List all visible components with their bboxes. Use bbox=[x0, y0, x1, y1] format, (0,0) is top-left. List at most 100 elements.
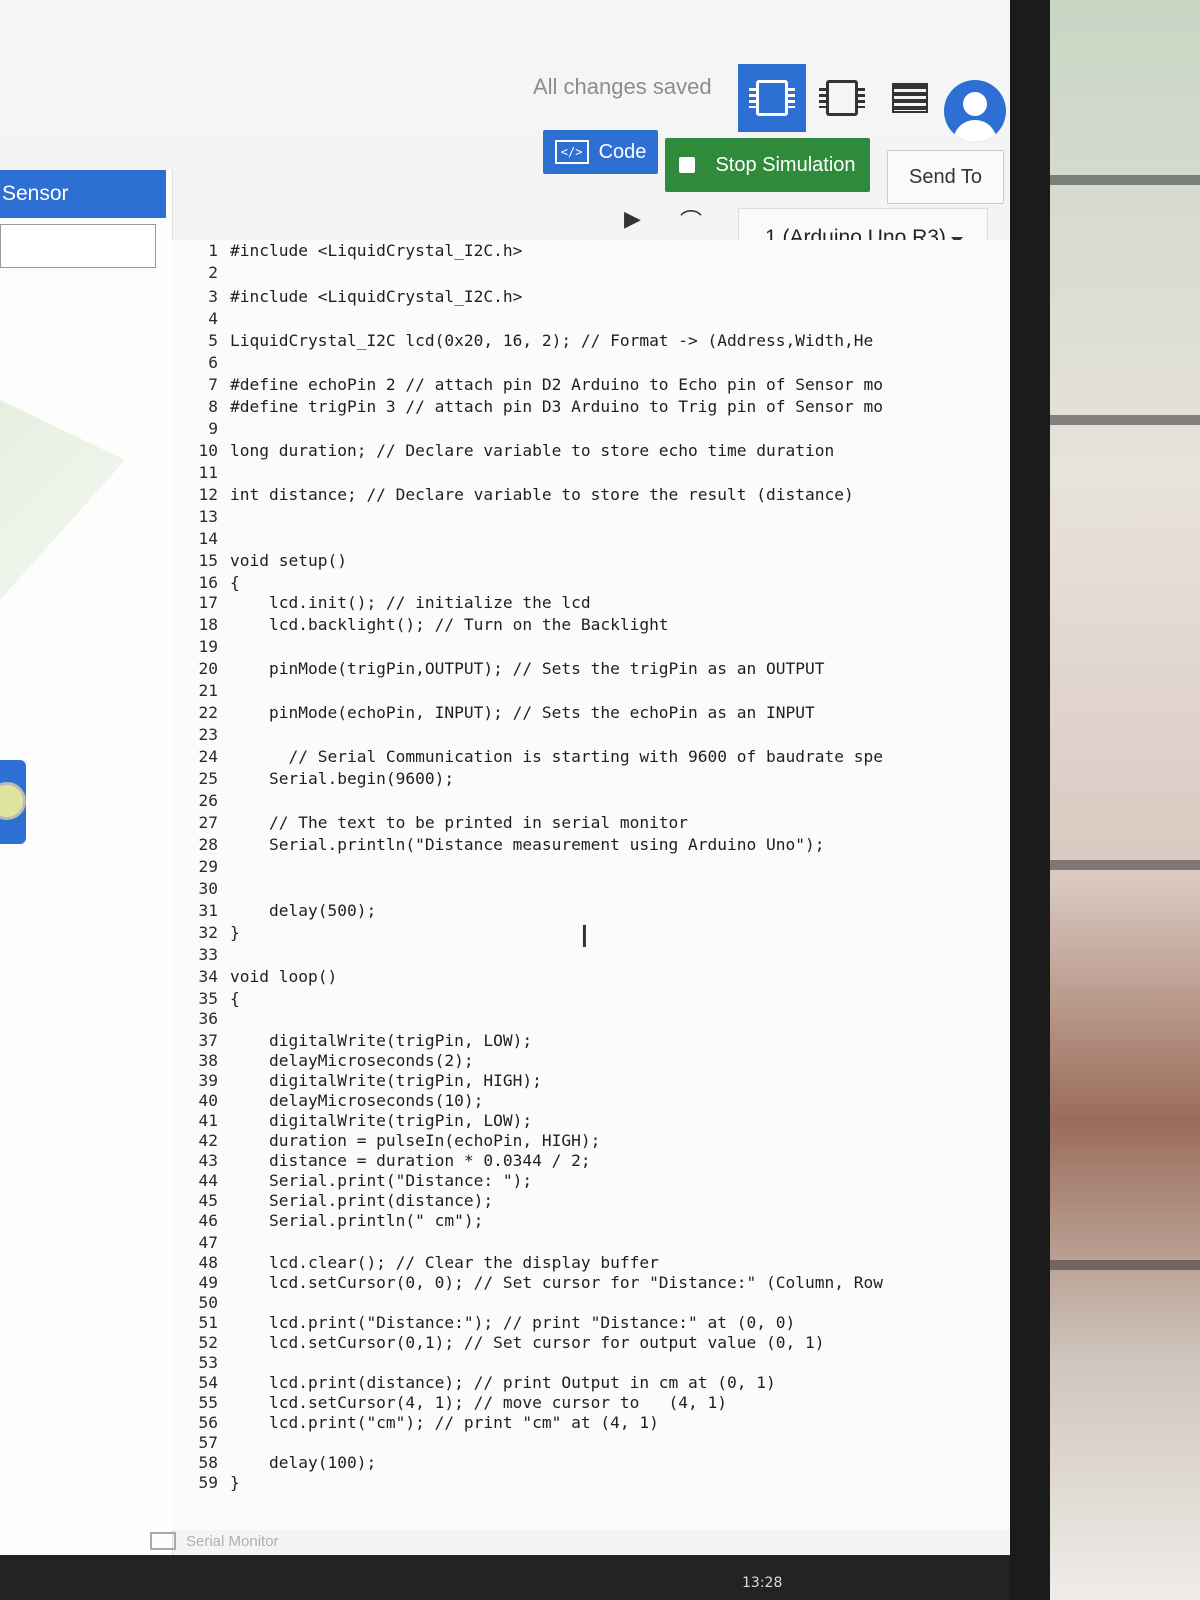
code-line[interactable]: 19 bbox=[172, 636, 1010, 658]
code-line[interactable]: 14 bbox=[172, 528, 1010, 550]
code-line[interactable]: 3 #include <LiquidCrystal_I2C.h> bbox=[172, 286, 1010, 308]
code-line[interactable]: 45 Serial.print(distance); bbox=[172, 1190, 1010, 1212]
code-line[interactable]: 18 lcd.backlight(); // Turn on the Backl… bbox=[172, 614, 1010, 636]
line-number: 55 bbox=[198, 1393, 219, 1412]
code-line[interactable]: 39 digitalWrite(trigPin, HIGH); bbox=[172, 1070, 1010, 1092]
code-line[interactable]: 54 lcd.print(distance); // print Output … bbox=[172, 1372, 1010, 1394]
code-line[interactable]: 53 bbox=[172, 1352, 1010, 1374]
code-line[interactable]: 22 pinMode(echoPin, INPUT); // Sets the … bbox=[172, 702, 1010, 724]
send-to-button[interactable]: Send To bbox=[887, 150, 1004, 204]
code-line[interactable]: 59} bbox=[172, 1472, 1010, 1494]
code-line[interactable]: 21 bbox=[172, 680, 1010, 702]
code-line[interactable]: 24 // Serial Communication is starting w… bbox=[172, 746, 1010, 768]
code-line[interactable]: 32} bbox=[172, 922, 1010, 944]
code-line[interactable]: 4 bbox=[172, 308, 1010, 330]
code-text: digitalWrite(trigPin, LOW); bbox=[230, 1031, 533, 1050]
sensor-field[interactable] bbox=[0, 224, 156, 268]
code-line[interactable]: 16 { bbox=[172, 572, 1010, 594]
sensor-header: Sensor bbox=[0, 170, 166, 218]
code-line[interactable]: 23 bbox=[172, 724, 1010, 746]
code-line[interactable]: 56 lcd.print("cm"); // print "cm" at (4,… bbox=[172, 1412, 1010, 1434]
line-number: 25 bbox=[198, 769, 219, 788]
stop-simulation-label: Stop Simulation bbox=[715, 153, 856, 176]
circuit-view-icon[interactable] bbox=[738, 64, 806, 132]
serial-monitor-toggle[interactable]: Serial Monitor bbox=[150, 1532, 279, 1550]
code-line[interactable]: 2 bbox=[172, 262, 1010, 284]
sensor-range-area[interactable] bbox=[0, 400, 125, 600]
line-number: 58 bbox=[198, 1453, 219, 1472]
code-line[interactable]: 1 #include <LiquidCrystal_I2C.h> bbox=[172, 240, 1010, 262]
code-text: distance = duration * 0.0344 / 2; bbox=[230, 1151, 591, 1170]
line-number: 42 bbox=[198, 1131, 219, 1150]
code-text: void loop() bbox=[230, 967, 338, 986]
code-line[interactable]: 28 Serial.println("Distance measurement … bbox=[172, 834, 1010, 856]
code-line[interactable]: 49 lcd.setCursor(0, 0); // Set cursor fo… bbox=[172, 1272, 1010, 1294]
stop-icon bbox=[679, 157, 696, 173]
code-line[interactable]: 29 bbox=[172, 856, 1010, 878]
debug-icon[interactable]: ⌒ bbox=[680, 204, 702, 236]
code-line[interactable]: 25 Serial.begin(9600); bbox=[172, 768, 1010, 790]
code-line[interactable]: 5 LiquidCrystal_I2C lcd(0x20, 16, 2); // … bbox=[172, 330, 1010, 352]
code-button[interactable]: </> Code bbox=[543, 130, 658, 174]
code-line[interactable]: 9 bbox=[172, 418, 1010, 440]
step-icon[interactable]: ▶ bbox=[624, 206, 641, 232]
code-line[interactable]: 48 lcd.clear(); // Clear the display buf… bbox=[172, 1252, 1010, 1274]
code-line[interactable]: 51 lcd.print("Distance:"); // print "Dis… bbox=[172, 1312, 1010, 1334]
code-line[interactable]: 55 lcd.setCursor(4, 1); // move cursor t… bbox=[172, 1392, 1010, 1414]
code-text: LiquidCrystal_I2C lcd(0x20, 16, 2); // F… bbox=[230, 331, 874, 350]
line-number: 46 bbox=[198, 1211, 219, 1230]
code-text: pinMode(trigPin,OUTPUT); // Sets the tri… bbox=[230, 659, 825, 678]
code-line[interactable]: 20 pinMode(trigPin,OUTPUT); // Sets the … bbox=[172, 658, 1010, 680]
code-line[interactable]: 10 long duration; // Declare variable to … bbox=[172, 440, 1010, 462]
code-line[interactable]: 31 delay(500); bbox=[172, 900, 1010, 922]
line-number: 14 bbox=[198, 529, 219, 548]
line-number: 15 bbox=[198, 551, 219, 570]
user-avatar[interactable] bbox=[944, 80, 1006, 142]
line-number: 29 bbox=[198, 857, 219, 876]
code-line[interactable]: 17 lcd.init(); // initialize the lcd bbox=[172, 592, 1010, 614]
save-status: All changes saved bbox=[533, 74, 712, 99]
code-line[interactable]: 8 #define trigPin 3 // attach pin D3 Ardu… bbox=[172, 396, 1010, 418]
line-number: 5 bbox=[208, 331, 218, 350]
code-line[interactable]: 52 lcd.setCursor(0,1); // Set cursor for… bbox=[172, 1332, 1010, 1354]
code-line[interactable]: 41 digitalWrite(trigPin, LOW); bbox=[172, 1110, 1010, 1132]
code-line[interactable]: 30 bbox=[172, 878, 1010, 900]
code-line[interactable]: 47 bbox=[172, 1232, 1010, 1254]
code-line[interactable]: 42 duration = pulseIn(echoPin, HIGH); bbox=[172, 1130, 1010, 1152]
code-line[interactable]: 33 bbox=[172, 944, 1010, 966]
app-window: All changes saved </> Code Stop Simulati… bbox=[0, 0, 1010, 1555]
code-line[interactable]: 26 bbox=[172, 790, 1010, 812]
code-editor[interactable]: 1 #include <LiquidCrystal_I2C.h> 2 3 #includ… bbox=[172, 240, 1010, 1530]
code-line[interactable]: 34 void loop() bbox=[172, 966, 1010, 988]
code-line[interactable]: 7 #define echoPin 2 // attach pin D2 Ardu… bbox=[172, 374, 1010, 396]
code-line[interactable]: 13 bbox=[172, 506, 1010, 528]
line-number: 20 bbox=[198, 659, 219, 678]
component-icon[interactable] bbox=[808, 64, 876, 132]
code-line[interactable]: 38 delayMicroseconds(2); bbox=[172, 1050, 1010, 1072]
code-line[interactable]: 36 bbox=[172, 1008, 1010, 1030]
code-line[interactable]: 15 void setup() bbox=[172, 550, 1010, 572]
code-line[interactable]: 11 bbox=[172, 462, 1010, 484]
line-number: 12 bbox=[198, 485, 219, 504]
code-line[interactable]: 58 delay(100); bbox=[172, 1452, 1010, 1474]
code-text: lcd.setCursor(4, 1); // move cursor to (… bbox=[230, 1393, 728, 1412]
line-number: 39 bbox=[198, 1071, 219, 1090]
code-line[interactable]: 27 // The text to be printed in serial m… bbox=[172, 812, 1010, 834]
code-text: Serial.print(distance); bbox=[230, 1191, 494, 1210]
stop-simulation-button[interactable]: Stop Simulation bbox=[665, 138, 870, 192]
list-view-icon[interactable] bbox=[876, 64, 944, 132]
code-text: lcd.setCursor(0, 0); // Set cursor for "… bbox=[230, 1273, 883, 1292]
line-number: 59 bbox=[198, 1473, 219, 1492]
code-line[interactable]: 35 { bbox=[172, 988, 1010, 1010]
line-number: 52 bbox=[198, 1333, 219, 1352]
code-line[interactable]: 57 bbox=[172, 1432, 1010, 1454]
code-line[interactable]: 46 Serial.println(" cm"); bbox=[172, 1210, 1010, 1232]
code-line[interactable]: 44 Serial.print("Distance: "); bbox=[172, 1170, 1010, 1192]
code-line[interactable]: 6 bbox=[172, 352, 1010, 374]
code-line[interactable]: 50 bbox=[172, 1292, 1010, 1314]
code-line[interactable]: 12 int distance; // Declare variable to s… bbox=[172, 484, 1010, 506]
code-line[interactable]: 37 digitalWrite(trigPin, LOW); bbox=[172, 1030, 1010, 1052]
code-line[interactable]: 43 distance = duration * 0.0344 / 2; bbox=[172, 1150, 1010, 1172]
ultrasonic-sensor[interactable] bbox=[0, 760, 26, 844]
code-line[interactable]: 40 delayMicroseconds(10); bbox=[172, 1090, 1010, 1112]
